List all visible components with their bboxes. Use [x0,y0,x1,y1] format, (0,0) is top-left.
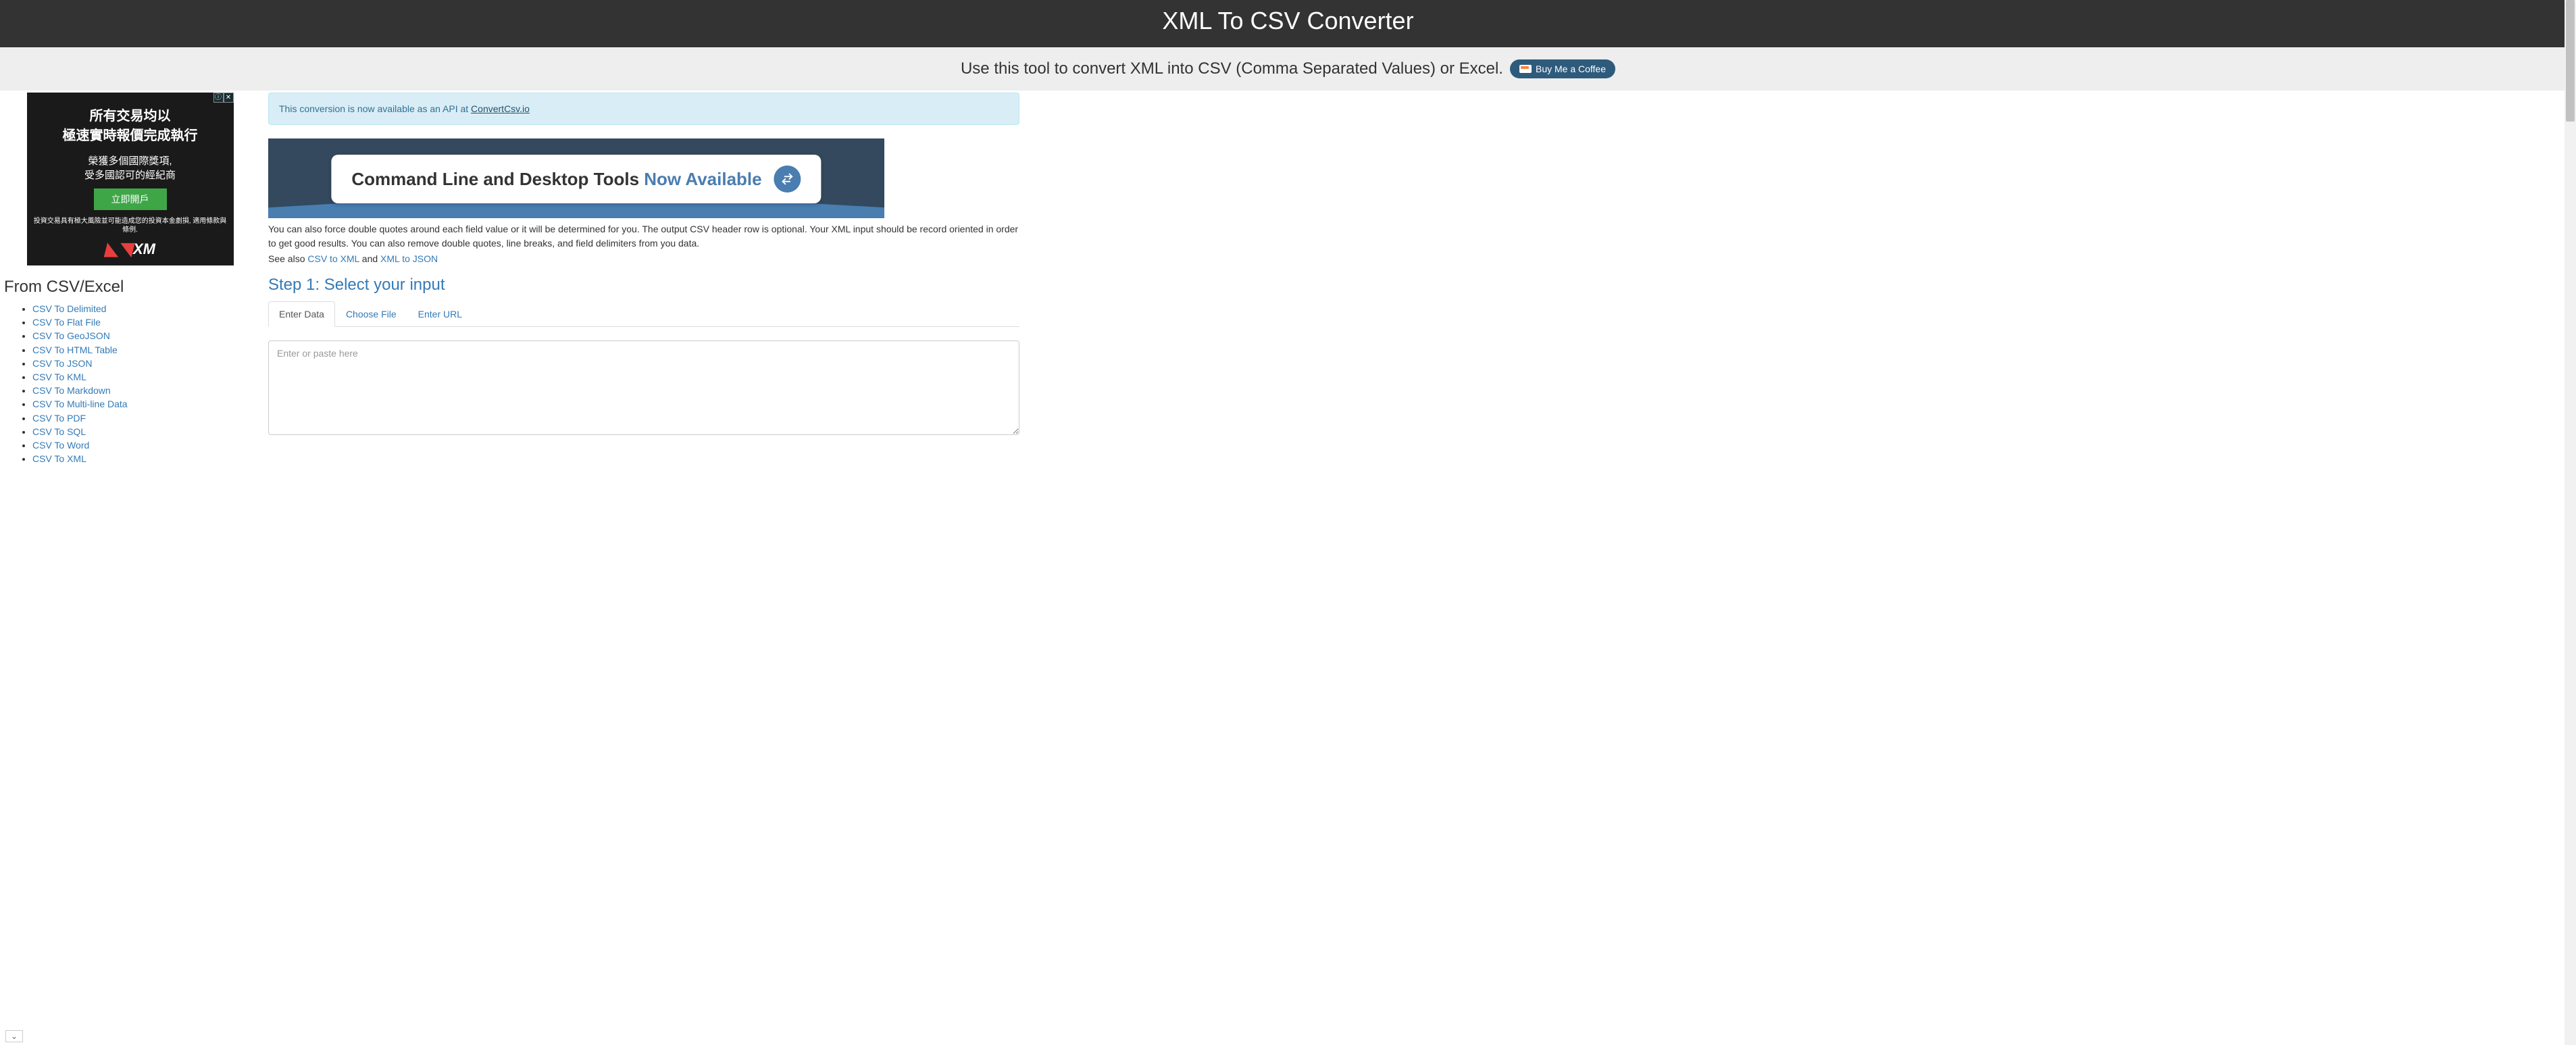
tab-enter-url[interactable]: Enter URL [407,301,473,327]
sidebar-link[interactable]: CSV To Flat File [32,317,101,328]
sidebar-link[interactable]: CSV To KML [32,372,86,382]
scrollbar-thumb[interactable] [2566,0,2575,122]
sidebar-link[interactable]: CSV To JSON [32,358,92,369]
ad-line: 極速實時報價完成執行 [34,124,227,144]
list-item: CSV To Markdown [32,384,256,397]
ad-close-icon[interactable]: ⓘ✕ [213,93,234,103]
scrollbar[interactable] [2565,0,2576,1045]
list-item: CSV To PDF [32,411,256,425]
ad-disclaimer: 投資交易具有極大風險並可能造成您的投資本金劇損, 適用條款與條例. [34,217,227,234]
sub-header: Use this tool to convert XML into CSV (C… [0,47,2576,91]
ad-cta-button[interactable]: 立即開戶 [94,188,167,210]
api-alert: This conversion is now available as an A… [268,93,1019,125]
promo-text: Command Line and Desktop Tools Now Avail… [351,169,761,190]
promo-card: Command Line and Desktop Tools Now Avail… [331,155,821,203]
description-text: You can also force double quotes around … [268,222,1019,251]
list-item: CSV To HTML Table [32,343,256,357]
sidebar-link[interactable]: CSV To Multi-line Data [32,399,128,409]
sidebar: ⓘ✕ 所有交易均以 極速實時報價完成執行 榮獲多個國際獎項, 受多國認可的經紀商… [0,91,260,479]
tab-enter-data[interactable]: Enter Data [268,301,335,327]
buy-coffee-button[interactable]: Buy Me a Coffee [1510,59,1615,78]
input-tabs: Enter Data Choose File Enter URL [268,301,1019,327]
coffee-icon [1519,65,1532,73]
intro-text: Use this tool to convert XML into CSV (C… [961,59,1503,78]
ad-logo: ◣◥XM [34,238,227,259]
sidebar-link-list: CSV To Delimited CSV To Flat File CSV To… [4,302,256,465]
arrow-swap-icon [774,165,801,193]
sidebar-link[interactable]: CSV To Word [32,440,89,451]
xml-input[interactable] [268,340,1019,435]
step1-title: Step 1: Select your input [268,276,1019,295]
ad-banner[interactable]: ⓘ✕ 所有交易均以 極速實時報價完成執行 榮獲多個國際獎項, 受多國認可的經紀商… [27,93,234,265]
sidebar-link[interactable]: CSV To HTML Table [32,345,118,355]
alert-link[interactable]: ConvertCsv.io [471,103,530,114]
list-item: CSV To JSON [32,357,256,370]
link-csv-to-xml[interactable]: CSV to XML [307,253,359,264]
sidebar-link[interactable]: CSV To Markdown [32,385,111,396]
list-item: CSV To XML [32,452,256,465]
list-item: CSV To GeoJSON [32,329,256,342]
promo-banner[interactable]: Command Line and Desktop Tools Now Avail… [268,138,884,218]
ad-line: 所有交易均以 [34,105,227,124]
list-item: CSV To Delimited [32,302,256,315]
list-item: CSV To Multi-line Data [32,397,256,411]
ad-line: 榮獲多個國際獎項, [34,153,227,168]
list-item: CSV To KML [32,370,256,384]
list-item: CSV To Flat File [32,315,256,329]
sidebar-heading: From CSV/Excel [4,278,256,297]
sidebar-link[interactable]: CSV To SQL [32,426,86,437]
ad-line: 受多國認可的經紀商 [34,168,227,182]
sidebar-link[interactable]: CSV To XML [32,453,86,464]
main-content: This conversion is now available as an A… [260,91,1030,479]
sidebar-link[interactable]: CSV To Delimited [32,303,106,314]
chevron-down-icon[interactable]: ⌄ [5,1030,23,1042]
tab-choose-file[interactable]: Choose File [335,301,407,327]
coffee-label: Buy Me a Coffee [1536,63,1606,74]
sidebar-link[interactable]: CSV To PDF [32,413,86,424]
list-item: CSV To Word [32,438,256,452]
list-item: CSV To SQL [32,425,256,438]
page-title: XML To CSV Converter [0,7,2576,35]
see-also-text: See also CSV to XML and XML to JSON [268,252,1019,266]
alert-text: This conversion is now available as an A… [279,103,471,114]
page-header: XML To CSV Converter [0,0,2576,47]
input-panel [268,340,1019,437]
sidebar-link[interactable]: CSV To GeoJSON [32,330,110,341]
link-xml-to-json[interactable]: XML to JSON [380,253,438,264]
